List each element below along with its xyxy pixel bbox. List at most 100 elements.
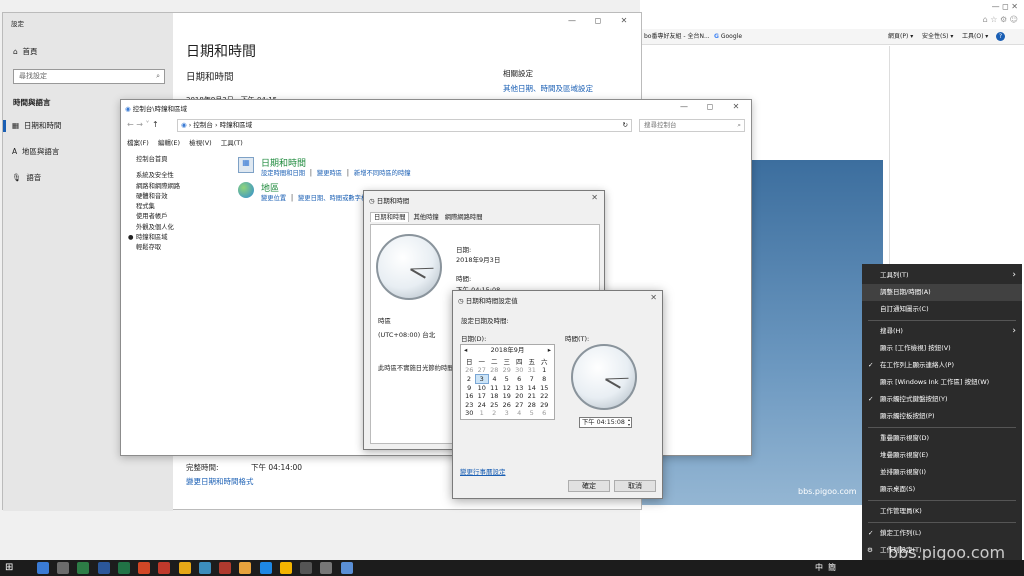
set-time-link[interactable]: 設定時間和日期 (261, 170, 305, 177)
context-menu-item[interactable]: 顯示 [Windows Ink 工作區] 按鈕(W) (862, 374, 1022, 391)
context-menu-item[interactable]: 工作管理員(K) (862, 503, 1022, 520)
start-icon[interactable]: ⊞ (5, 562, 13, 574)
calendar-day[interactable]: 9 (463, 384, 476, 393)
tab-additional-clocks[interactable]: 其他時鐘 (412, 213, 441, 222)
menu-tools[interactable]: 工具(T) (221, 139, 243, 147)
app-icon[interactable] (340, 562, 353, 574)
cp-sidebar-item[interactable]: 系統及安全性 (136, 171, 180, 181)
calendar-day[interactable]: 22 (538, 392, 551, 401)
calendar-day[interactable]: 29 (538, 401, 551, 410)
calendar-day[interactable]: 28 (488, 366, 501, 375)
calendar-day[interactable]: 4 (488, 375, 501, 384)
calendar-day[interactable]: 26 (501, 401, 514, 410)
calendar-day[interactable]: 29 (501, 366, 514, 375)
calendar-day[interactable]: 15 (538, 384, 551, 393)
browser-menu-tools[interactable]: 工具(O) ▾ (962, 29, 988, 45)
calendar-day[interactable]: 4 (513, 409, 526, 418)
context-menu-item[interactable]: 重疊顯示視窗(D) (862, 430, 1022, 447)
cp-sidebar-item[interactable]: 輕鬆存取 (136, 243, 180, 253)
settings-controls[interactable]: — ◻ ✕ (559, 16, 637, 25)
cancel-button[interactable]: 取消 (614, 480, 656, 492)
context-menu-item[interactable]: 搜尋(H) › (862, 323, 1022, 340)
context-menu-item[interactable]: 鎖定工作列(L) (862, 525, 1022, 542)
context-menu-item[interactable]: 調整日期/時間(A) (862, 284, 1022, 301)
ime-mode[interactable]: 簡 (828, 562, 836, 573)
nav-speech[interactable]: 🎙 語音 (12, 172, 41, 183)
add-clocks-link[interactable]: 新增不同時區的時鐘 (354, 170, 411, 177)
calendar-settings-link[interactable]: 變更行事曆設定 (460, 466, 506, 476)
change-format-link[interactable]: 變更日期和時間格式 (186, 476, 254, 487)
menu-edit[interactable]: 編輯(E) (158, 139, 180, 147)
time-spinner[interactable]: 下午 04:15:08 ▴ ▾ (579, 417, 632, 428)
settings-search-input[interactable]: 尋找設定 ⌕ (13, 69, 165, 84)
close-icon[interactable]: ✕ (611, 16, 637, 25)
calendar-day[interactable]: 8 (538, 375, 551, 384)
change-timezone-link[interactable]: 變更時區 (317, 170, 342, 177)
related-link[interactable]: 其他日期、時間及區域設定 (503, 83, 593, 94)
cp-nav-buttons[interactable]: ← → ˅ ↑ (127, 120, 159, 129)
gear-icon[interactable] (320, 562, 333, 574)
calendar-day[interactable]: 5 (526, 409, 539, 418)
powerpoint-icon[interactable] (138, 562, 151, 574)
tab-internet-time[interactable]: 網際網路時間 (443, 213, 485, 222)
browser-menu-security[interactable]: 安全性(S) ▾ (922, 29, 953, 45)
next-month-icon[interactable]: ▸ (548, 345, 551, 356)
calendar-day[interactable]: 31 (526, 366, 539, 375)
context-menu-item[interactable]: 工具列(T) › (862, 267, 1022, 284)
google-link[interactable]: G Google (714, 29, 742, 45)
calendar-day[interactable]: 21 (526, 392, 539, 401)
ime-indicator[interactable]: 中 (815, 562, 823, 573)
calendar-day[interactable]: 16 (463, 392, 476, 401)
cp-controls[interactable]: — ◻ ✕ (671, 102, 749, 111)
calendar[interactable]: ◂ 2018年9月 ▸ 日一二三四五六 26 27 28 29 30 31 1 2 3 4 5 6 7 8… (460, 344, 555, 420)
calendar-day[interactable]: 30 (513, 366, 526, 375)
nav-region[interactable]: A 地區與語言 (12, 146, 59, 157)
calendar-day[interactable]: 19 (501, 392, 514, 401)
context-menu-item[interactable]: 顯示觸控式鍵盤按鈕(Y) (862, 391, 1022, 408)
calendar-day[interactable]: 1 (476, 409, 489, 418)
app-icon[interactable] (239, 562, 252, 574)
cp-sidebar-item[interactable]: 外觀及個人化 (136, 223, 180, 233)
excel-icon[interactable] (117, 562, 130, 574)
app-icon[interactable] (300, 562, 313, 574)
calendar-month-title[interactable]: 2018年9月 (491, 346, 525, 354)
calendar-day[interactable]: 7 (526, 375, 539, 384)
calendar-day[interactable]: 11 (488, 384, 501, 393)
menu-file[interactable]: 檔案(F) (127, 139, 149, 147)
calendar-day[interactable]: 18 (488, 392, 501, 401)
cp-sidebar-item[interactable]: 使用者帳戶 (136, 212, 180, 222)
context-menu-item[interactable]: 自訂通知圖示(C) (862, 301, 1022, 318)
cp-sidebar-item[interactable]: 網路和網際網路 (136, 182, 180, 192)
calendar-day[interactable]: 24 (476, 401, 489, 410)
app-icon[interactable] (57, 562, 70, 574)
context-menu-item[interactable]: 在工作列上顯示連絡人(P) (862, 357, 1022, 374)
app-icon[interactable] (219, 562, 232, 574)
app-icon[interactable] (158, 562, 171, 574)
close-icon[interactable]: ✕ (650, 293, 657, 302)
cp-sidebar-item[interactable]: 程式集 (136, 202, 180, 212)
cp-sidebar-active[interactable]: ● 時鐘和區域 (128, 233, 180, 243)
edge-icon[interactable] (259, 562, 272, 574)
calendar-day[interactable]: 30 (463, 409, 476, 418)
mail-icon[interactable] (37, 562, 49, 574)
calendar-day[interactable]: 20 (513, 392, 526, 401)
calendar-day[interactable]: 2 (463, 375, 476, 384)
refresh-icon[interactable]: ↻ (623, 120, 628, 131)
minimize-icon[interactable]: — (559, 16, 585, 25)
calendar-day[interactable]: 2 (488, 409, 501, 418)
cp-address-bar[interactable]: ◉ › 控制台 › 時鐘和區域 ↻ (177, 119, 632, 132)
context-menu-item[interactable]: 顯示桌面(S) (862, 481, 1022, 498)
app-icon[interactable] (198, 562, 211, 574)
calendar-day[interactable]: 10 (476, 384, 489, 392)
app-icon[interactable] (178, 562, 191, 574)
calendar-day[interactable]: 6 (513, 375, 526, 384)
calendar-day[interactable]: 1 (538, 366, 551, 375)
app-icon[interactable] (77, 562, 90, 574)
calendar-day[interactable]: 3 (501, 409, 514, 418)
ok-button[interactable]: 確定 (568, 480, 610, 492)
prev-month-icon[interactable]: ◂ (464, 345, 467, 356)
cp-search-input[interactable]: 搜尋控制台 ⌕ (639, 119, 745, 132)
tab-datetime[interactable]: 日期和時間 (370, 212, 410, 222)
context-menu-item[interactable]: 堆疊顯示視窗(E) (862, 447, 1022, 464)
menu-view[interactable]: 檢視(V) (189, 139, 212, 147)
